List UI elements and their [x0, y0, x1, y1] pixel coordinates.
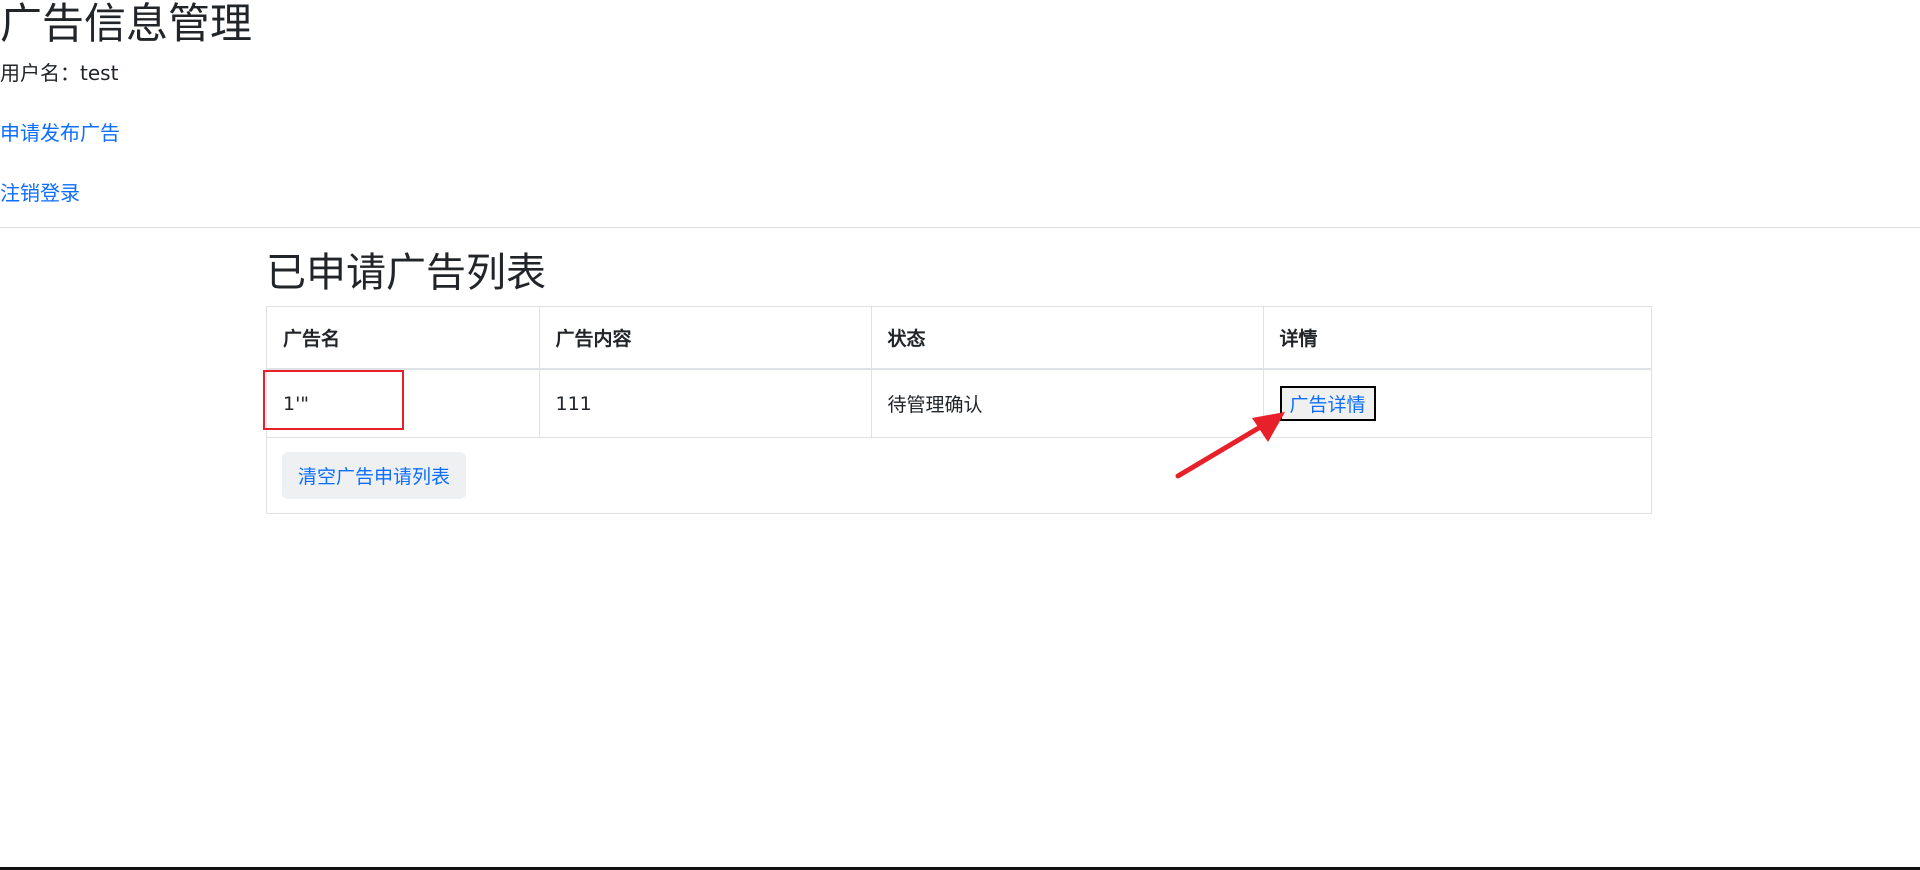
ad-status-cell: 待管理确认: [870, 369, 1263, 438]
username-label: 用户名：test: [0, 61, 119, 85]
ad-detail-button[interactable]: 广告详情: [1279, 386, 1376, 421]
apply-ad-link[interactable]: 申请发布广告: [0, 120, 120, 146]
header-divider: [0, 227, 1920, 228]
logout-link[interactable]: 注销登录: [0, 180, 80, 206]
column-header-detail: 详情: [1262, 307, 1651, 370]
ad-table: 广告名 广告内容 状态 详情 1'" 111 待管理确认 广告详情: [267, 307, 1651, 438]
ad-list-title: 已申请广告列表: [266, 250, 546, 296]
ad-detail-cell: 广告详情: [1262, 369, 1651, 438]
column-header-status: 状态: [870, 307, 1263, 370]
table-header-row: 广告名 广告内容 状态 详情: [267, 307, 1651, 370]
clear-ad-list-button[interactable]: 清空广告申请列表: [282, 452, 467, 499]
ad-content-cell: 111: [538, 369, 871, 438]
column-header-ad-name: 广告名: [267, 307, 539, 370]
column-header-ad-content: 广告内容: [538, 307, 871, 370]
table-row: 1'" 111 待管理确认 广告详情: [267, 369, 1651, 438]
ad-name-cell: 1'": [267, 369, 539, 438]
ad-table-container: 广告名 广告内容 状态 详情 1'" 111 待管理确认 广告详情 清空广告申请…: [266, 306, 1652, 514]
page-title: 广告信息管理: [0, 0, 253, 48]
